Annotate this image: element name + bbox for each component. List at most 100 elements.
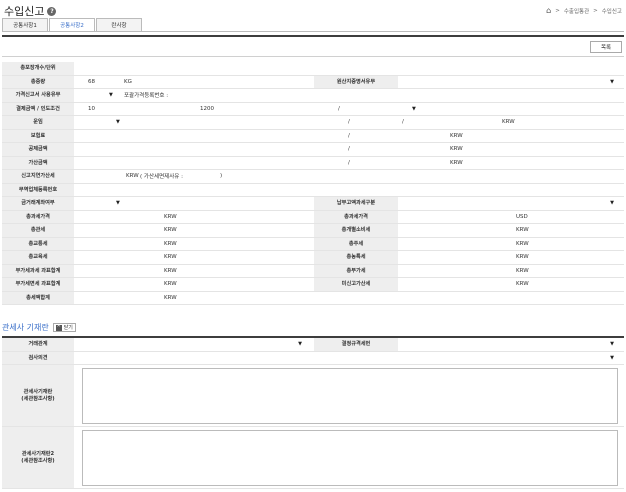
form-row: 검사의견 ▼ (2, 351, 624, 365)
form-row: 총중량 68 KG 원산지증명서유무 ▼ (2, 75, 624, 89)
home-icon[interactable]: ⌂ (546, 6, 551, 15)
insurance-field[interactable]: / KRW (74, 130, 624, 143)
payment-type-select[interactable]: ▼ (398, 197, 624, 210)
import-form: 총포장개수/단위 총중량 68 KG 원산지증명서유무 ▼ 가격신고서 사용유무… (2, 62, 624, 305)
broker-note-1-textarea[interactable] (82, 368, 618, 424)
addition-field[interactable]: / KRW (74, 157, 624, 170)
broker-note-2-textarea[interactable] (82, 430, 618, 486)
customs-duty-field[interactable]: KRW (74, 224, 314, 237)
tab-divider (2, 31, 624, 32)
label-settlement: 결제금액 / 인도조건 (2, 102, 74, 115)
late-fee-field[interactable]: KRW ( 가산세면제사유 : ) (74, 170, 624, 183)
label-late-fee: 신고지연가산세 (2, 170, 74, 183)
rural-tax-field[interactable]: KRW (398, 251, 624, 264)
collapse-button[interactable]: ^ 닫기 (52, 323, 76, 332)
form-row: 부가세면세 과표합계 KRW 미신고가산세 KRW (2, 278, 624, 292)
liquor-tax-field[interactable]: KRW (398, 238, 624, 251)
label-total-pkg: 총포장개수/단위 (2, 62, 74, 75)
edu-tax-field[interactable]: KRW (74, 251, 314, 264)
chevron-up-icon: ^ (55, 324, 62, 331)
list-button[interactable]: 목록 (590, 41, 622, 53)
tab-common2[interactable]: 공통사항2 (49, 18, 95, 32)
vat-base-field[interactable]: KRW (74, 265, 314, 278)
vat-exempt-field[interactable]: KRW (74, 278, 314, 291)
deduction-field[interactable]: / KRW (74, 143, 624, 156)
unreported-tax-field[interactable]: KRW (398, 278, 624, 291)
page-title-wrap: 수입신고 ? (4, 3, 57, 19)
label-trade-no: 무역업체등록번호 (2, 183, 74, 196)
form-row: 총과세가격 KRW 총과세가격 USD (2, 210, 624, 224)
tab-common1[interactable]: 공통사항1 (2, 18, 48, 32)
total-tax-field[interactable]: KRW (74, 292, 314, 305)
breadcrumb-item[interactable]: 수출입통관 (564, 7, 589, 15)
origin-cert-select[interactable]: ▼ (398, 76, 624, 89)
vat-field[interactable]: KRW (398, 265, 624, 278)
total-taxable-field[interactable]: KRW (74, 211, 314, 224)
triangle-down-icon: ▼ (298, 341, 302, 348)
label-edu-tax: 총교육세 (2, 251, 74, 264)
form-row: 운임 ▼ / / KRW (2, 116, 624, 130)
price-reg-note: 포괄가격등록번호 : (124, 93, 169, 100)
price-decl-field[interactable]: ▼ 포괄가격등록번호 : (74, 89, 624, 102)
form-row: 거래관계 ▼ 결정규격세번 ▼ (2, 338, 624, 352)
label-total-taxable: 총과세가격 (2, 210, 74, 223)
form-row: 총교통세 KRW 총주세 KRW (2, 237, 624, 251)
toolbar: 목록 (2, 35, 624, 57)
help-icon[interactable]: ? (47, 6, 57, 16)
triangle-down-icon: ▼ (109, 92, 113, 99)
label-export-spec: 결정규격세번 (314, 338, 398, 351)
form-row: 부가세과세 과표합계 KRW 총부가세 KRW (2, 264, 624, 278)
form-row: 총관세 KRW 총개별소비세 KRW (2, 224, 624, 238)
form-row: 결제금액 / 인도조건 10 1200 / ▼ (2, 102, 624, 116)
export-spec-select[interactable]: ▼ (398, 338, 624, 351)
triangle-down-icon: ▼ (610, 78, 614, 85)
broker-note-1-cell (74, 365, 624, 426)
special-consumption-field[interactable]: KRW (398, 224, 624, 237)
settlement-currency: 10 (88, 105, 95, 112)
triangle-down-icon: ▼ (116, 119, 120, 126)
form-row: 무역업체등록번호 (2, 183, 624, 197)
settlement-amount: 1200 (200, 105, 214, 112)
total-weight-field[interactable]: 68 KG (74, 76, 314, 89)
label-origin-cert: 원산지증명서유무 (314, 75, 398, 88)
form-row: 공제금액 / KRW (2, 143, 624, 157)
label-vat-exempt: 부가세면세 과표합계 (2, 278, 74, 291)
section-broker-notes-header: 관세사 기재란 ^ 닫기 (2, 322, 76, 333)
settlement-field[interactable]: 10 1200 / ▼ (74, 103, 624, 116)
triangle-down-icon: ▼ (610, 200, 614, 207)
label-vat-base: 부가세과세 과표합계 (2, 264, 74, 277)
label-total-tax: 총세액합계 (2, 291, 74, 304)
form-row: 관세사기재란2 (세관참조사항) (2, 427, 624, 489)
label-insurance: 보험료 (2, 129, 74, 142)
breadcrumb: ⌂ > 수출입통관 > 수입신고 (546, 6, 622, 15)
breadcrumb-item[interactable]: 수입신고 (602, 7, 622, 15)
label-amount-payment: 금거래계좌여부 (2, 197, 74, 210)
label-liquor-tax: 총주세 (314, 237, 398, 250)
exemption-reason: ( 가산세면제사유 : (140, 174, 183, 181)
triangle-down-icon: ▼ (610, 354, 614, 361)
label-freight: 운임 (2, 116, 74, 129)
inspection-select[interactable]: ▼ (74, 352, 624, 365)
total-pkg-field[interactable] (74, 62, 624, 75)
label-vat: 총부가세 (314, 264, 398, 277)
triangle-down-icon: ▼ (610, 341, 614, 348)
triangle-down-icon: ▼ (116, 200, 120, 207)
form-row: 총포장개수/단위 (2, 62, 624, 76)
trade-no-field[interactable] (74, 184, 624, 197)
form-row: 가격신고서 사용유무 ▼ 포괄가격등록번호 : (2, 89, 624, 103)
label-traffic-tax: 총교통세 (2, 237, 74, 250)
label-price-decl: 가격신고서 사용유무 (2, 89, 74, 102)
label-inspection: 검사의견 (2, 351, 74, 364)
form-row: 금거래계좌여부 ▼ 납부고액과세구분 ▼ (2, 197, 624, 211)
broker-notes-form: 거래관계 ▼ 결정규격세번 ▼ 검사의견 ▼ 관세사기재란 (세관참조사항) 관… (2, 336, 624, 489)
form-row: 보험료 / KRW (2, 129, 624, 143)
traffic-tax-field[interactable]: KRW (74, 238, 314, 251)
trade-relation-select[interactable]: ▼ (74, 338, 314, 351)
label-total-taxable-usd: 총과세가격 (314, 210, 398, 223)
freight-field[interactable]: ▼ / / KRW (74, 116, 624, 129)
total-taxable-usd-field[interactable]: USD (398, 211, 624, 224)
amount-payment-select[interactable]: ▼ (74, 197, 314, 210)
label-payment-type: 납부고액과세구분 (314, 197, 398, 210)
tab-item[interactable]: 란사항 (96, 18, 142, 32)
form-row: 총교육세 KRW 총농특세 KRW (2, 251, 624, 265)
